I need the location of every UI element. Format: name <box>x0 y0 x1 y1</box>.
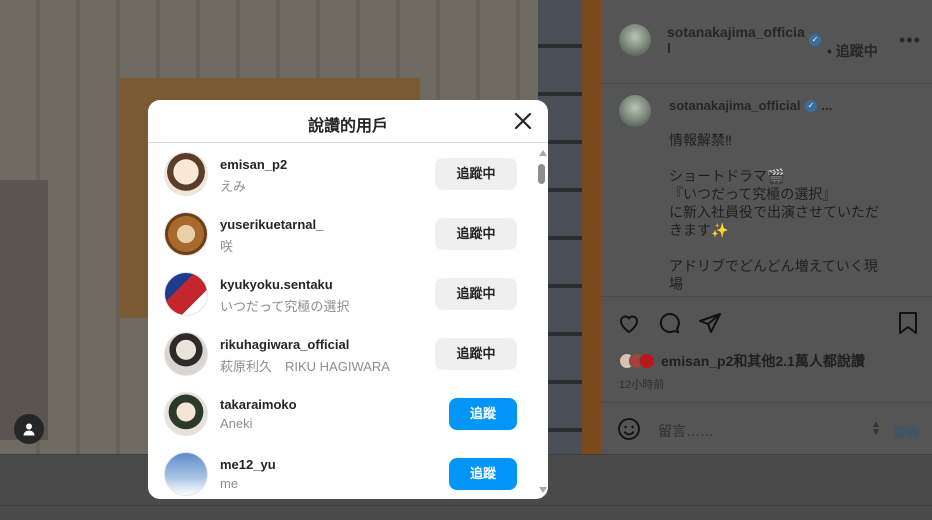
close-icon[interactable] <box>512 110 534 132</box>
liker-row: kyukyoku.sentaku いつだって究極の選択 追蹤中 <box>148 264 536 324</box>
tagged-people-icon[interactable] <box>14 414 44 444</box>
liker-row: takaraimoko Aneki 追蹤 <box>148 384 536 444</box>
post-actions: emisan_p2和其他2.1萬人都說讚 12小時前 <box>601 296 932 402</box>
caption-author-line: sotanakajima_official ✓ ... <box>669 97 832 115</box>
share-icon[interactable] <box>698 311 722 341</box>
user-display-name: いつだって究極の選択 <box>220 299 350 314</box>
caption-text: 情報解禁‼ ショートドラマ🎬 『いつだって究極の選択』 に新入社員役で出演させて… <box>669 132 879 292</box>
caption-verified-icon: ✓ <box>804 99 817 112</box>
user-handle[interactable]: takaraimoko <box>220 397 297 412</box>
user-display-name: えみ <box>220 179 247 194</box>
user-avatar[interactable] <box>164 452 208 496</box>
liker-row: emisan_p2 えみ 追蹤中 <box>148 144 536 204</box>
scroll-down-arrow-icon[interactable] <box>539 487 547 493</box>
user-avatar[interactable] <box>164 332 208 376</box>
emoji-icon[interactable] <box>617 417 641 446</box>
post-time[interactable]: 12小時前 <box>619 376 664 392</box>
user-display-name: me <box>220 476 239 491</box>
follow-button[interactable]: 追蹤 <box>449 398 517 430</box>
user-handle[interactable]: rikuhagiwara_official <box>220 337 349 352</box>
user-handle[interactable]: yuserikuetarnal_ <box>220 217 323 232</box>
user-handle[interactable]: emisan_p2 <box>220 157 287 172</box>
caption-avatar[interactable] <box>619 95 651 127</box>
user-avatar[interactable] <box>164 152 208 196</box>
following-button[interactable]: 追蹤中 <box>435 278 517 310</box>
user-avatar[interactable] <box>164 212 208 256</box>
user-display-name: 萩原利久 RIKU HAGIWARA <box>220 359 390 374</box>
liked-by-row[interactable]: emisan_p2和其他2.1萬人都說讚 <box>619 351 865 371</box>
author-avatar[interactable] <box>619 24 651 56</box>
author-username[interactable]: sotanakajima_officia l <box>667 24 817 56</box>
comment-input[interactable]: 留言…… <box>658 421 714 441</box>
caption-ellipsis: ... <box>821 98 833 113</box>
modal-title: 說讚的用戶 <box>307 118 388 135</box>
follow-button[interactable]: 追蹤 <box>449 458 517 490</box>
liker-avatar <box>639 353 655 369</box>
comment-bar: 留言…… ▲ ▼ 發佈 <box>601 402 932 454</box>
follow-status[interactable]: • 追蹤中 <box>827 41 878 61</box>
liker-row: yuserikuetarnal_ 咲 追蹤中 <box>148 204 536 264</box>
verified-badge-icon: ✓ <box>809 34 821 46</box>
following-button[interactable]: 追蹤中 <box>435 218 517 250</box>
following-button[interactable]: 追蹤中 <box>435 338 517 370</box>
like-heart-icon[interactable] <box>617 311 641 341</box>
divider <box>0 505 932 506</box>
caption-area: sotanakajima_official ✓ ... 情報解禁‼ ショートドラ… <box>601 85 932 295</box>
photo-curtain <box>582 0 601 454</box>
liked-by-text[interactable]: emisan_p2和其他2.1萬人都說讚 <box>661 351 865 371</box>
liker-row: me12_yu me 追蹤 <box>148 444 536 499</box>
scroll-up-arrow-icon[interactable] <box>539 150 547 156</box>
post-side-panel: sotanakajima_officia l ✓ • 追蹤中 ••• sotan… <box>601 0 932 454</box>
modal-scrollbar[interactable] <box>536 144 548 499</box>
likes-modal: 說讚的用戶 emisan_p2 えみ 追蹤中 yuserikuetarnal_ … <box>148 100 548 499</box>
bookmark-icon[interactable] <box>897 311 919 341</box>
more-options-icon[interactable]: ••• <box>899 30 921 51</box>
post-comment-button[interactable]: 發佈 <box>893 422 919 441</box>
user-avatar[interactable] <box>164 392 208 436</box>
sort-icon: ▲ ▼ <box>871 419 881 438</box>
user-display-name: 咲 <box>220 239 234 254</box>
comment-icon[interactable] <box>657 311 681 341</box>
caption-author[interactable]: sotanakajima_official <box>669 98 801 113</box>
modal-header: 說讚的用戶 <box>148 100 548 143</box>
user-display-name: Aneki <box>220 416 253 431</box>
liker-row: rikuhagiwara_official 萩原利久 RIKU HAGIWARA… <box>148 324 536 384</box>
post-header: sotanakajima_officia l ✓ • 追蹤中 ••• <box>601 0 932 84</box>
scroll-thumb[interactable] <box>538 164 545 184</box>
user-handle[interactable]: me12_yu <box>220 457 276 472</box>
user-handle[interactable]: kyukyoku.sentaku <box>220 277 333 292</box>
likers-list[interactable]: emisan_p2 えみ 追蹤中 yuserikuetarnal_ 咲 追蹤中 … <box>148 144 536 499</box>
photo-shelf <box>0 180 48 440</box>
user-avatar[interactable] <box>164 272 208 316</box>
following-button[interactable]: 追蹤中 <box>435 158 517 190</box>
